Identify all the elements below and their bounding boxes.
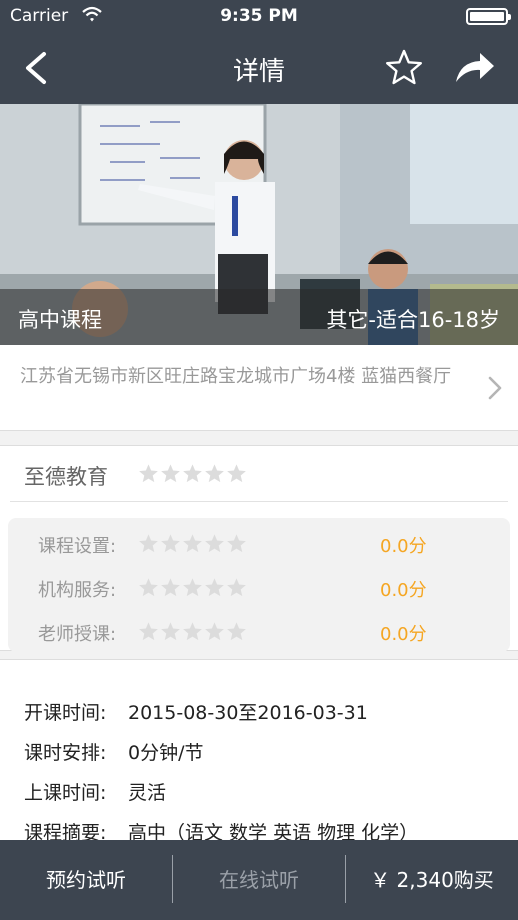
star-icon: [183, 578, 202, 597]
organization-card: 至德教育 课程设置: 0.0分 机构服务: 0.0分 老师授课: 0.0分: [0, 445, 518, 652]
detail-key: 上课时间:: [24, 782, 107, 804]
star-icon: [183, 534, 202, 553]
detail-key: 课时安排:: [24, 742, 107, 764]
detail-value: 2015-08-30至2016-03-31: [128, 702, 368, 724]
star-icon: [161, 622, 180, 641]
star-icon: [139, 622, 158, 641]
rating-label: 课程设置:: [38, 536, 117, 557]
detail-value: 0分钟/节: [128, 742, 204, 764]
star-icon: [161, 578, 180, 597]
star-icon: [161, 464, 180, 483]
organization-star-rating: [138, 463, 248, 484]
star-icon: [227, 464, 246, 483]
nav-bar: 详情: [0, 34, 518, 104]
page-title: 详情: [232, 57, 285, 87]
rating-score: 0.0分: [380, 536, 427, 557]
rating-row-org-service: 机构服务: 0.0分: [8, 574, 510, 604]
battery-icon: [466, 8, 511, 25]
star-icon: [161, 534, 180, 553]
star-icon: [205, 534, 224, 553]
share-icon[interactable]: [452, 48, 496, 88]
rating-stars: [138, 621, 248, 642]
chevron-right-icon: [488, 376, 502, 400]
rating-stars: [138, 577, 248, 598]
course-detail-screen: Carrier 9:35 PM 详情 高中课程 其它-适合16-18岁 江苏省无…: [0, 0, 518, 920]
star-icon: [205, 578, 224, 597]
course-category: 高中课程: [18, 308, 102, 332]
ratings-panel: 课程设置: 0.0分 机构服务: 0.0分 老师授课: 0.0分: [8, 518, 510, 652]
star-icon: [183, 622, 202, 641]
star-icon: [183, 464, 202, 483]
book-trial-button[interactable]: 预约试听: [0, 840, 172, 920]
star-icon: [205, 622, 224, 641]
online-trial-button[interactable]: 在线试听: [173, 840, 345, 920]
address-text: 江苏省无锡市新区旺庄路宝龙城市广场4楼 蓝猫西餐厅: [20, 366, 452, 387]
favorite-star-icon[interactable]: [384, 48, 424, 88]
buy-button[interactable]: ￥ 2,340购买: [346, 840, 518, 920]
star-icon: [139, 464, 158, 483]
organization-name[interactable]: 至德教育: [24, 461, 108, 491]
rating-label: 机构服务:: [38, 580, 117, 601]
course-photo: 高中课程 其它-适合16-18岁: [0, 104, 518, 345]
course-info-band: 高中课程 其它-适合16-18岁: [0, 289, 518, 345]
status-bar: Carrier 9:35 PM: [0, 0, 518, 34]
header: Carrier 9:35 PM 详情: [0, 0, 518, 104]
divider: [10, 501, 508, 502]
rating-row-teacher: 老师授课: 0.0分: [8, 618, 510, 648]
rating-stars: [138, 533, 248, 554]
age-range: 其它-适合16-18岁: [326, 308, 500, 332]
detail-row-class-time: 上课时间: 灵活: [24, 778, 166, 805]
rating-score: 0.0分: [380, 580, 427, 601]
star-icon: [139, 534, 158, 553]
clock: 9:35 PM: [220, 6, 298, 26]
rating-row-course-setup: 课程设置: 0.0分: [8, 530, 510, 560]
detail-row-schedule: 课时安排: 0分钟/节: [24, 738, 204, 765]
detail-row-start-date: 开课时间: 2015-08-30至2016-03-31: [24, 698, 368, 725]
detail-key: 开课时间:: [24, 702, 107, 724]
rating-score: 0.0分: [380, 624, 427, 645]
bottom-action-bar: 预约试听 在线试听 ￥ 2,340购买: [0, 840, 518, 920]
star-icon: [139, 578, 158, 597]
star-icon: [227, 578, 246, 597]
detail-value: 灵活: [128, 782, 167, 804]
star-icon: [227, 534, 246, 553]
star-icon: [227, 622, 246, 641]
address-row[interactable]: 江苏省无锡市新区旺庄路宝龙城市广场4楼 蓝猫西餐厅: [0, 345, 518, 431]
star-icon: [205, 464, 224, 483]
rating-label: 老师授课:: [38, 624, 117, 645]
